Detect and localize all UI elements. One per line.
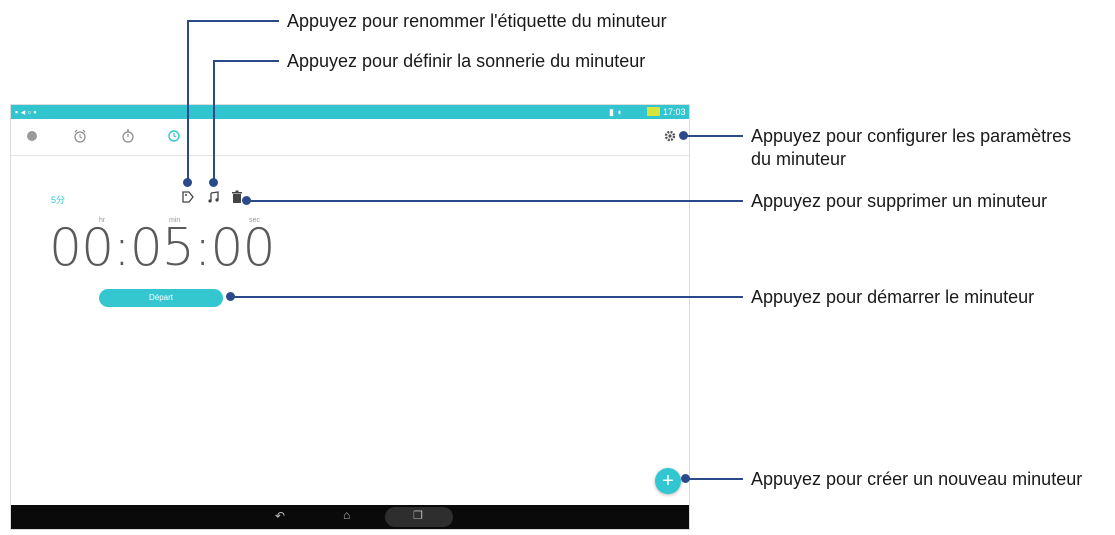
tablet-screen: ▪ ◂ ▫ ▪ ▮ ◖ 17:03 5分 hr min sec 00:05:00… [10, 104, 690, 530]
back-icon[interactable]: ↶ [275, 509, 285, 523]
timer-display[interactable]: 00:05:00 [49, 222, 276, 274]
navigation-bar: ↶ ⌂ ❐ [11, 505, 689, 529]
callout-line-ringtone-h [213, 60, 279, 62]
tab-world-clock[interactable] [23, 127, 41, 145]
callout-dot-ringtone [209, 178, 218, 187]
battery-icon [647, 107, 660, 116]
callout-start: Appuyez pour démarrer le minuteur [751, 287, 1035, 307]
add-timer-button[interactable]: + [655, 468, 681, 494]
notification-icons: ▪ ◂ ▫ ▪ [15, 107, 37, 117]
callout-set-ringtone: Appuyez pour définir la sonnerie du minu… [287, 51, 646, 71]
timer-label[interactable]: 5分 [51, 193, 65, 206]
tab-bar [11, 119, 689, 156]
home-icon[interactable]: ⌂ [343, 508, 350, 522]
recent-apps-icon: ❐ [413, 510, 423, 522]
callout-dot-create [681, 474, 690, 483]
settings-gear-icon[interactable] [661, 127, 679, 145]
callout-line-ringtone [213, 60, 215, 182]
callout-line-start [230, 296, 743, 298]
start-button[interactable]: Départ [99, 289, 223, 307]
callout-rename-label: Appuyez pour renommer l'étiquette du min… [287, 11, 667, 31]
signal-icon: ▮ ◖ [609, 107, 622, 117]
recent-apps-pill[interactable]: ❐ [385, 507, 453, 527]
callout-line-rename-h [187, 20, 279, 22]
callout-line-settings [683, 135, 743, 137]
tab-alarm[interactable] [71, 127, 89, 145]
callout-line-rename [187, 20, 189, 182]
ringtone-note-icon[interactable] [207, 190, 221, 204]
tab-timer[interactable] [165, 127, 183, 145]
callout-dot-settings [679, 131, 688, 140]
status-bar: ▪ ◂ ▫ ▪ ▮ ◖ 17:03 [11, 105, 689, 119]
rename-tag-icon[interactable] [181, 190, 195, 204]
tab-stopwatch[interactable] [119, 127, 137, 145]
callout-dot-rename [183, 178, 192, 187]
callout-dot-delete [242, 196, 251, 205]
callout-settings-line2: du minuteur [751, 149, 847, 169]
plus-icon: + [662, 470, 674, 492]
callout-delete: Appuyez pour supprimer un minuteur [751, 191, 1048, 211]
callout-line-create [685, 478, 743, 480]
clock-time: 17:03 [663, 107, 686, 117]
callout-settings-line1: Appuyez pour configurer les paramètres [751, 126, 1072, 146]
callout-dot-start [226, 292, 235, 301]
callout-create: Appuyez pour créer un nouveau minuteur [751, 469, 1083, 489]
callout-line-delete [246, 200, 743, 202]
